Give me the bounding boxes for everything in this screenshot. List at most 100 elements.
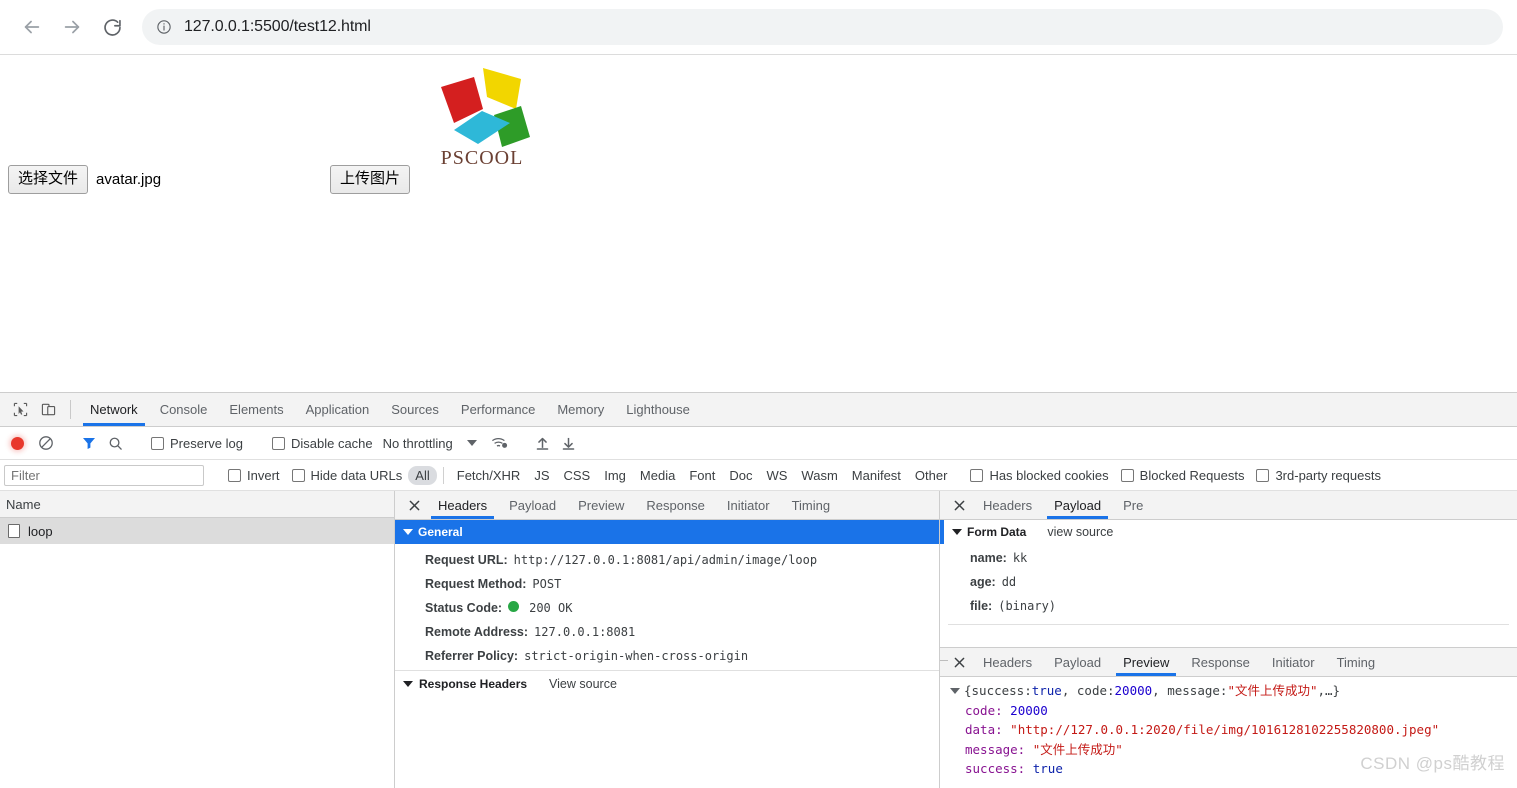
- type-filter-fetch-xhr[interactable]: Fetch/XHR: [450, 466, 528, 485]
- form-data-section-header[interactable]: Form Data view source: [940, 520, 1517, 544]
- third-party-requests-checkbox[interactable]: 3rd-party requests: [1250, 468, 1387, 483]
- devtools-tab-application[interactable]: Application: [295, 393, 381, 426]
- tab-label: Pre: [1123, 497, 1144, 513]
- upload-image-button[interactable]: 上传图片: [330, 165, 411, 194]
- filter-toggle-button[interactable]: [76, 435, 102, 451]
- general-section-header[interactable]: General: [395, 520, 939, 544]
- has-blocked-cookies-label: Has blocked cookies: [989, 467, 1109, 483]
- payload-tab-headers[interactable]: Headers: [972, 491, 1043, 519]
- right-column: Headers Payload Pre Form Data view sourc…: [940, 491, 1517, 788]
- disable-cache-checkbox[interactable]: Disable cache: [266, 436, 379, 451]
- forward-button[interactable]: [54, 9, 90, 45]
- blocked-requests-label: Blocked Requests: [1139, 467, 1245, 483]
- has-blocked-cookies-checkbox[interactable]: Has blocked cookies: [964, 468, 1114, 483]
- detail-tab-preview[interactable]: Preview: [567, 491, 635, 519]
- import-har-button[interactable]: [530, 435, 556, 451]
- clear-network-log-button[interactable]: [33, 435, 59, 451]
- json-summary-mid2: , message:: [1152, 683, 1228, 698]
- response-headers-section-header[interactable]: Response Headers View source: [395, 670, 939, 696]
- checkbox-box: [271, 436, 285, 450]
- type-filter-doc[interactable]: Doc: [722, 466, 759, 485]
- throttling-select[interactable]: No throttling: [379, 436, 477, 451]
- device-toolbar-toggle[interactable]: [34, 393, 62, 426]
- detail-tab-timing[interactable]: Timing: [781, 491, 842, 519]
- type-filter-manifest[interactable]: Manifest: [845, 466, 908, 485]
- type-filter-media[interactable]: Media: [633, 466, 682, 485]
- type-filter-all[interactable]: All: [408, 465, 437, 485]
- type-filter-other[interactable]: Other: [908, 466, 955, 485]
- row-key: age:: [970, 575, 996, 589]
- form-data-row-age: age: dd: [940, 570, 1517, 594]
- tab-label: Headers: [438, 497, 488, 513]
- blocked-requests-checkbox[interactable]: Blocked Requests: [1115, 468, 1251, 483]
- address-bar[interactable]: 127.0.0.1:5500/test12.html: [142, 9, 1503, 45]
- preview-tab-payload[interactable]: Payload: [1043, 648, 1112, 676]
- chevron-down-icon: [466, 440, 477, 446]
- export-har-button[interactable]: [556, 435, 582, 451]
- payload-tab-payload[interactable]: Payload: [1043, 491, 1112, 519]
- devtools-tab-performance[interactable]: Performance: [450, 393, 546, 426]
- checkbox-box: [151, 436, 164, 450]
- json-key: message:: [965, 741, 1026, 757]
- type-filter-wasm[interactable]: Wasm: [794, 466, 844, 485]
- json-value: "http://127.0.0.1:2020/file/img/10161281…: [1010, 722, 1440, 737]
- record-button[interactable]: [11, 436, 24, 450]
- close-detail-pane-button[interactable]: [401, 491, 427, 519]
- type-filter-js[interactable]: JS: [527, 466, 556, 485]
- choose-file-button[interactable]: 选择文件: [8, 165, 89, 194]
- detail-tab-initiator[interactable]: Initiator: [716, 491, 781, 519]
- type-filter-css[interactable]: CSS: [557, 466, 598, 485]
- third-party-requests-label: 3rd-party requests: [1275, 467, 1381, 483]
- json-summary-mid1: , code:: [1061, 683, 1115, 698]
- reload-icon: [103, 18, 121, 36]
- preview-tab-response[interactable]: Response: [1180, 648, 1261, 676]
- general-row-remote-address: Remote Address: 127.0.0.1:8081: [395, 620, 939, 644]
- reload-button[interactable]: [94, 9, 130, 45]
- json-value: true: [1032, 761, 1063, 776]
- payload-pane-tabs: Headers Payload Pre: [940, 491, 1517, 520]
- devtools-tab-network[interactable]: Network: [79, 393, 149, 426]
- devtools-tab-console[interactable]: Console: [149, 393, 219, 426]
- type-filter-img[interactable]: Img: [597, 466, 633, 485]
- search-button[interactable]: [102, 436, 128, 451]
- detail-tab-headers[interactable]: Headers: [427, 491, 498, 519]
- detail-tab-response[interactable]: Response: [635, 491, 716, 519]
- preserve-log-checkbox[interactable]: Preserve log: [145, 436, 249, 451]
- triangle-down-icon: [950, 687, 960, 694]
- invert-checkbox[interactable]: Invert: [222, 468, 286, 483]
- json-value: 20000: [1010, 702, 1048, 718]
- hide-data-urls-checkbox[interactable]: Hide data URLs: [286, 468, 409, 483]
- close-preview-pane-button[interactable]: [946, 648, 972, 676]
- row-value: kk: [1012, 551, 1028, 565]
- payload-tab-preview[interactable]: Pre: [1112, 491, 1154, 519]
- type-filter-ws[interactable]: WS: [759, 466, 794, 485]
- tab-label: Network: [90, 402, 138, 417]
- back-button[interactable]: [14, 9, 50, 45]
- view-source-link[interactable]: View source: [549, 677, 617, 691]
- upload-button-wrap: 上传图片: [330, 165, 411, 194]
- devtools-tab-lighthouse[interactable]: Lighthouse: [615, 393, 701, 426]
- close-x-icon: [409, 500, 419, 510]
- devtools-tab-sources[interactable]: Sources: [380, 393, 450, 426]
- inspect-element-button[interactable]: [6, 393, 34, 426]
- filter-input[interactable]: [4, 464, 204, 486]
- preview-tab-preview[interactable]: Preview: [1112, 648, 1180, 676]
- detail-tab-payload[interactable]: Payload: [498, 491, 567, 519]
- table-row[interactable]: loop: [0, 518, 394, 544]
- preview-tab-headers[interactable]: Headers: [972, 648, 1043, 676]
- network-conditions-icon: [491, 438, 507, 448]
- json-summary-prefix: {success:: [964, 683, 1032, 698]
- info-circle-icon[interactable]: [156, 19, 172, 35]
- close-payload-pane-button[interactable]: [946, 491, 972, 519]
- devtools-tab-elements[interactable]: Elements: [218, 393, 294, 426]
- json-summary-row[interactable]: {success: true , code: 20000 , message: …: [944, 681, 1517, 701]
- devtools-tab-memory[interactable]: Memory: [546, 393, 615, 426]
- network-conditions-button[interactable]: [487, 435, 513, 451]
- view-source-link[interactable]: view source: [1047, 525, 1113, 539]
- type-filter-font[interactable]: Font: [682, 466, 722, 485]
- row-key: Request URL:: [425, 553, 508, 567]
- preview-tab-initiator[interactable]: Initiator: [1261, 648, 1326, 676]
- row-key: Status Code:: [425, 601, 503, 615]
- preview-tab-timing[interactable]: Timing: [1326, 648, 1387, 676]
- browser-toolbar: 127.0.0.1:5500/test12.html: [0, 0, 1517, 55]
